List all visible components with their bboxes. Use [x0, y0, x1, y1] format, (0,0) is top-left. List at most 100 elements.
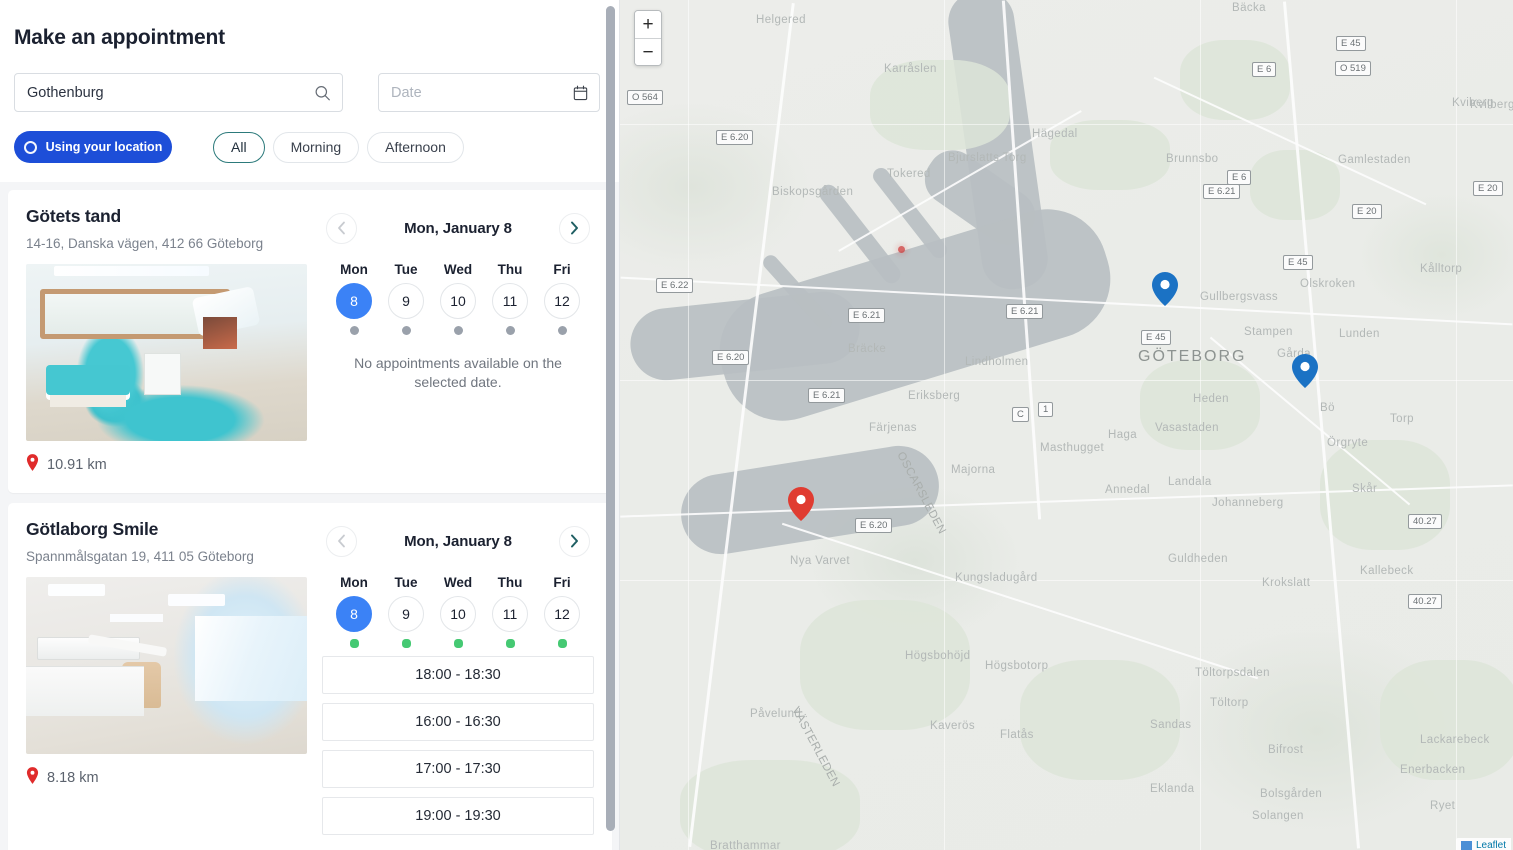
- zoom-out-button[interactable]: −: [635, 38, 661, 65]
- next-date-button[interactable]: [559, 213, 590, 244]
- search-input[interactable]: [27, 85, 330, 101]
- map-road-shield: E 20: [1473, 181, 1503, 196]
- map-pin-icon: [26, 767, 39, 788]
- search-header: Make an appointment: [0, 0, 620, 182]
- map-place-label: Örgryte: [1327, 437, 1368, 449]
- clinic-name: Götlaborg Smile: [26, 519, 312, 540]
- map-road-shield: E 45: [1336, 36, 1366, 51]
- actions-row: Using your location All Morning Afternoo…: [14, 131, 606, 163]
- time-slot-button[interactable]: 19:00 - 19:30: [322, 797, 594, 835]
- map-road-shield: 40.27: [1408, 594, 1442, 609]
- map-road-shield: E 6.21: [848, 308, 885, 323]
- clinic-card[interactable]: Götlaborg Smile Spannmålsgatan 19, 411 0…: [8, 503, 612, 850]
- map-place-label: Bö: [1320, 402, 1335, 414]
- map-tile-seam: [620, 380, 1513, 381]
- time-of-day-filter-group: All Morning Afternoon: [213, 132, 464, 163]
- prev-date-button[interactable]: [326, 526, 357, 557]
- map-road-shield: 1: [1038, 402, 1053, 417]
- day-number-row: 8 9 10 11 12: [334, 283, 582, 319]
- filter-pill-afternoon[interactable]: Afternoon: [367, 132, 464, 163]
- map-place-label: Kålltorp: [1420, 263, 1462, 275]
- map-tile-seam: [620, 124, 1513, 125]
- map-place-label: Haga: [1108, 429, 1137, 441]
- map-road-shield: E 6.20: [855, 518, 892, 533]
- availability-dot: [350, 639, 359, 648]
- map-place-label: Stampen: [1244, 326, 1293, 338]
- map-attribution: Leaflet: [1456, 838, 1511, 850]
- date-input[interactable]: [391, 85, 587, 101]
- map-place-label: Guldheden: [1168, 553, 1228, 565]
- day-cell[interactable]: 11: [492, 283, 528, 319]
- appointment-booking-page: Make an appointment: [0, 0, 1513, 850]
- leaflet-link[interactable]: Leaflet: [1476, 840, 1506, 850]
- clinic-address: 14-16, Danska vägen, 412 66 Göteborg: [26, 236, 312, 251]
- day-number-row: 8 9 10 11 12: [334, 596, 582, 632]
- map-road-shield: E 20: [1352, 204, 1382, 219]
- day-cell[interactable]: 10: [440, 283, 476, 319]
- weekday-label: Mon: [334, 262, 374, 277]
- prev-date-button[interactable]: [326, 213, 357, 244]
- time-slot-button[interactable]: 18:00 - 18:30: [322, 656, 594, 694]
- time-slot-list: 18:00 - 18:30 16:00 - 16:30 17:00 - 17:3…: [322, 656, 594, 835]
- map-place-label: Karråslen: [884, 63, 937, 75]
- day-cell[interactable]: 8: [336, 596, 372, 632]
- map-road-shield: E 6.22: [656, 278, 693, 293]
- map-place-label: Torp: [1390, 413, 1414, 425]
- map-poi-dot[interactable]: [898, 246, 905, 253]
- weekday-label: Thu: [490, 575, 530, 590]
- map-marker-clinic[interactable]: [1152, 272, 1178, 306]
- map-place-label: Flatås: [1000, 729, 1034, 741]
- page-title: Make an appointment: [14, 26, 606, 50]
- location-field-wrapper: [14, 73, 343, 112]
- clinic-scheduler: Mon, January 8 Mon Tue Wed Thu Fri: [322, 206, 594, 475]
- map-place-label: Sandas: [1150, 719, 1191, 731]
- map-place-label: Gamlestaden: [1338, 154, 1411, 166]
- day-cell[interactable]: 9: [388, 283, 424, 319]
- day-cell[interactable]: 8: [336, 283, 372, 319]
- map-road-shield: E 6.21: [1006, 304, 1043, 319]
- leaflet-logo-icon: [1461, 841, 1472, 850]
- map-place-label: Bäcka: [1232, 2, 1266, 14]
- filter-pill-all[interactable]: All: [213, 132, 265, 163]
- day-cell[interactable]: 12: [544, 283, 580, 319]
- search-icon[interactable]: [314, 84, 331, 101]
- map-tile-seam: [620, 580, 1513, 581]
- next-date-button[interactable]: [559, 526, 590, 557]
- map-marker-clinic[interactable]: [1292, 354, 1318, 388]
- map-place-label: Brunnsbo: [1166, 153, 1218, 165]
- day-cell[interactable]: 10: [440, 596, 476, 632]
- map-marker-user-location[interactable]: [788, 487, 814, 521]
- clinic-name: Götets tand: [26, 206, 312, 227]
- map-place-label: Masthugget: [1040, 442, 1104, 454]
- calendar-icon[interactable]: [573, 85, 588, 101]
- day-cell[interactable]: 9: [388, 596, 424, 632]
- map-place-label: GÖTEBORG: [1138, 348, 1246, 366]
- map-place-label: Bjurslatts Torg: [948, 152, 1027, 164]
- map-place-label: Töltorp: [1210, 697, 1249, 709]
- availability-dot: [506, 326, 515, 335]
- panel-scroll-area[interactable]: Make an appointment: [0, 0, 620, 850]
- map-canvas[interactable]: HelgeredKarråslenBäckaKvibergBjurslatts …: [620, 0, 1513, 850]
- map-place-label: Kungsladugård: [955, 572, 1038, 584]
- time-slot-button[interactable]: 17:00 - 17:30: [322, 750, 594, 788]
- zoom-in-button[interactable]: +: [635, 11, 661, 38]
- map-place-label: Heden: [1193, 393, 1229, 405]
- clinic-card[interactable]: Götets tand 14-16, Danska vägen, 412 66 …: [8, 190, 612, 493]
- filter-pill-morning[interactable]: Morning: [273, 132, 360, 163]
- results-scrollbar[interactable]: [606, 6, 615, 831]
- use-my-location-button[interactable]: Using your location: [14, 131, 172, 163]
- use-my-location-label: Using your location: [46, 140, 163, 154]
- weekday-label: Fri: [542, 575, 582, 590]
- map-place-label: Bolsgården: [1260, 788, 1322, 800]
- map-road-shield: E 6: [1252, 62, 1276, 77]
- map-road-shield: E 6: [1227, 170, 1251, 185]
- time-slot-button[interactable]: 16:00 - 16:30: [322, 703, 594, 741]
- clinic-distance-value: 10.91 km: [47, 457, 107, 473]
- selected-date-label: Mon, January 8: [404, 533, 512, 550]
- weekday-label: Tue: [386, 575, 426, 590]
- day-cell[interactable]: 11: [492, 596, 528, 632]
- availability-dot-row: [334, 326, 582, 335]
- map-place-label: Högsbotorp: [985, 660, 1048, 672]
- weekday-label: Thu: [490, 262, 530, 277]
- day-cell[interactable]: 12: [544, 596, 580, 632]
